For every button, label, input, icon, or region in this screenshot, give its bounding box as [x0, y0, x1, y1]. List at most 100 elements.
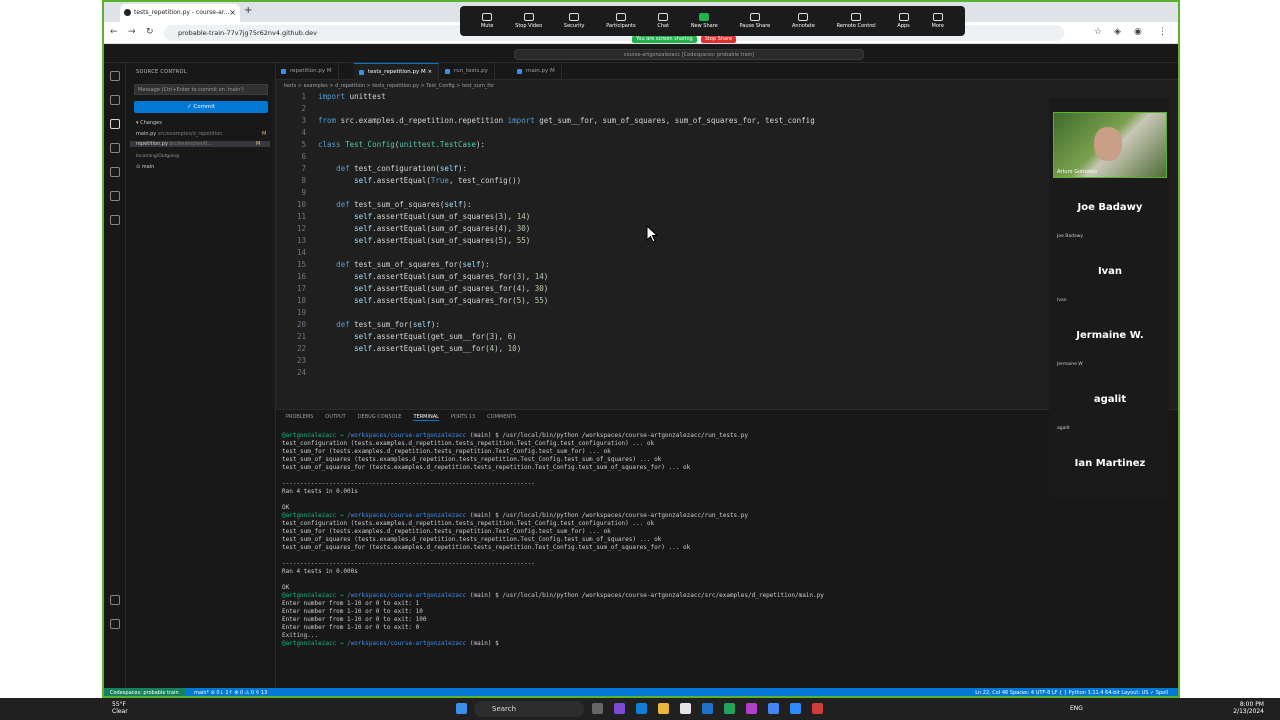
participant-tile[interactable]: Ivan Ivan — [1053, 266, 1167, 326]
zoom-button-label: More — [931, 23, 944, 29]
explorer-icon[interactable] — [109, 71, 120, 81]
line-number: 1 — [301, 92, 306, 101]
panel-tab[interactable]: COMMENTS — [487, 414, 516, 421]
file-explorer-icon[interactable] — [658, 703, 669, 714]
task-view-icon[interactable] — [592, 703, 603, 714]
branch-item[interactable]: ⊙ main — [136, 164, 154, 170]
zoom-apps-button[interactable]: Apps — [897, 13, 910, 29]
teams-icon[interactable] — [614, 703, 625, 714]
zoom-button-label: Participants — [606, 23, 636, 29]
start-icon[interactable] — [456, 703, 467, 714]
zoom-annotate-button[interactable]: Annotate — [792, 13, 815, 29]
clock[interactable]: 8:00 PM 2/13/2024 — [1233, 701, 1264, 715]
line-number: 10 — [296, 200, 306, 209]
commit-button[interactable]: ✓ Commit — [134, 101, 268, 113]
taskbar-search[interactable]: Search — [474, 701, 584, 717]
breadcrumb[interactable]: tests > examples > d_repetition > tests_… — [276, 80, 1178, 92]
zoom-icon[interactable] — [790, 703, 801, 714]
excel-icon[interactable] — [724, 703, 735, 714]
command-center[interactable]: course-artgonzalezacc [Codespaces: proba… — [514, 49, 864, 60]
settings-gear-icon[interactable] — [109, 619, 120, 629]
browser-tab[interactable]: tests_repetition.py - course-ar... × — [120, 4, 240, 22]
line-number: 19 — [296, 308, 306, 317]
zoom-chat-button[interactable]: Chat — [657, 13, 669, 29]
participant-tile[interactable]: agalit agalit — [1053, 394, 1167, 454]
code-line: def test_sum_of_squares_for(self): — [336, 260, 490, 269]
menu-icon[interactable]: ⋮ — [1158, 27, 1167, 37]
zoom-mute-button[interactable]: Mute — [481, 13, 493, 29]
editor-tab[interactable]: run_tests.py — [440, 63, 495, 80]
close-tab-icon[interactable]: × — [229, 4, 236, 22]
changed-file[interactable]: main.py src/examples/d_repetition M — [136, 131, 266, 137]
source-control-icon[interactable] — [109, 119, 120, 129]
incoming-outgoing-header[interactable]: Incoming/Outgoing — [136, 154, 179, 159]
profile-icon[interactable]: ◉ — [1134, 27, 1142, 37]
remote-indicator[interactable]: Codespaces: probable train — [104, 688, 185, 696]
participant-name: Ivan — [1097, 266, 1123, 277]
code-line: def test_configuration(self): — [336, 164, 468, 173]
participant-tile[interactable]: Joe Badawy Joe Badawy — [1053, 202, 1167, 262]
remote-explorer-icon[interactable] — [109, 215, 120, 225]
account-icon[interactable] — [109, 595, 120, 605]
editor-tab[interactable]: main.py M — [512, 63, 562, 80]
line-number: 18 — [296, 296, 306, 305]
panel-tab[interactable]: PROBLEMS — [286, 414, 313, 421]
editor-tab[interactable]: tests_repetition.py M × — [354, 63, 440, 80]
terminal-line: test_sum_of_squares (tests.examples.d_re… — [282, 456, 662, 463]
editor-tab[interactable]: repetition.py M — [276, 63, 339, 80]
zoom-share-toolbar: Mute Stop Video Security Participants Chat Ne… — [460, 6, 965, 36]
panel-tab[interactable]: DEBUG CONSOLE — [358, 414, 402, 421]
participant-tile[interactable]: Ian Martinez — [1053, 458, 1167, 518]
weather-widget[interactable]: 55°F Clear — [112, 701, 128, 715]
onenote-icon[interactable] — [746, 703, 757, 714]
panel-tab[interactable]: PORTS 13 — [451, 414, 475, 421]
participant-face — [1094, 127, 1122, 161]
participant-tile[interactable]: Jermaine W. Jermaine W — [1053, 330, 1167, 390]
zoom-participants-button[interactable]: Participants — [606, 13, 636, 29]
python-file-icon — [281, 69, 286, 74]
code-editor[interactable]: 1 import unittest 2 3 from src.examples.d_re… — [276, 92, 1046, 382]
mail-icon[interactable] — [702, 703, 713, 714]
zoom-stop-video-button[interactable]: Stop Video — [515, 13, 542, 29]
line-number: 6 — [301, 152, 306, 161]
stop-share-button[interactable]: Stop Share — [700, 36, 737, 43]
changed-file[interactable]: repetition.py src/examples/d... M — [130, 141, 270, 147]
zoom-more-button[interactable]: More — [932, 13, 944, 29]
reload-icon[interactable]: ↻ — [146, 27, 154, 37]
code-line: self.assertEqual(sum_of_squares_for(3), … — [354, 272, 549, 281]
panel-tab[interactable]: OUTPUT — [325, 414, 345, 421]
run-debug-icon[interactable] — [109, 143, 120, 153]
forward-icon[interactable]: → — [128, 27, 136, 37]
line-number: 22 — [296, 344, 306, 353]
testing-icon[interactable] — [109, 191, 120, 201]
zoom-new-share-button[interactable]: New Share — [691, 13, 718, 29]
terminal-line: test_sum_of_squares (tests.examples.d_re… — [282, 536, 662, 543]
bookmark-star-icon[interactable]: ☆ — [1094, 27, 1102, 37]
back-icon[interactable]: ← — [110, 27, 118, 37]
zoom-remote-control-button[interactable]: Remote Control — [837, 13, 876, 29]
language-indicator[interactable]: ENG — [1070, 705, 1083, 712]
code-line: from src.examples.d_repetition.repetitio… — [318, 116, 815, 125]
editor-status[interactable]: Ln 22, Col 46 Spaces: 4 UTF-8 LF { } Pyt… — [975, 688, 1168, 696]
line-number: 11 — [296, 212, 306, 221]
store-icon[interactable] — [680, 703, 691, 714]
self-video-tile[interactable]: Arturo Gonzalez — [1053, 112, 1167, 178]
commit-message-input[interactable]: Message (Ctrl+Enter to commit on 'main') — [134, 84, 268, 95]
new-tab-button[interactable]: + — [244, 5, 252, 16]
changes-group[interactable]: ▾ Changes — [136, 120, 162, 126]
app-icon[interactable] — [812, 703, 823, 714]
panel-tab[interactable]: TERMINAL — [413, 414, 439, 421]
search-icon[interactable] — [109, 95, 120, 105]
terminal[interactable]: @artgonzalezacc → /workspaces/course-art… — [282, 432, 1162, 682]
zoom-button-label: Stop Video — [515, 23, 543, 29]
chrome-icon[interactable] — [768, 703, 779, 714]
extensions-icon[interactable]: ◈ — [1114, 27, 1121, 37]
line-number: 21 — [296, 332, 306, 341]
branch-status[interactable]: main* ⊘ 0↓ 1↑ ⊗ 0 ⚠ 0 ⚲ 13 — [194, 688, 267, 696]
extensions-icon[interactable] — [109, 167, 120, 177]
zoom-security-button[interactable]: Security — [564, 13, 584, 29]
zoom-button-label: Remote Control — [836, 23, 876, 29]
code-line: self.assertEqual(sum_of_squares(5), 55) — [354, 236, 531, 245]
zoom-pause-share-button[interactable]: Pause Share — [740, 13, 770, 29]
edge-icon[interactable] — [636, 703, 647, 714]
